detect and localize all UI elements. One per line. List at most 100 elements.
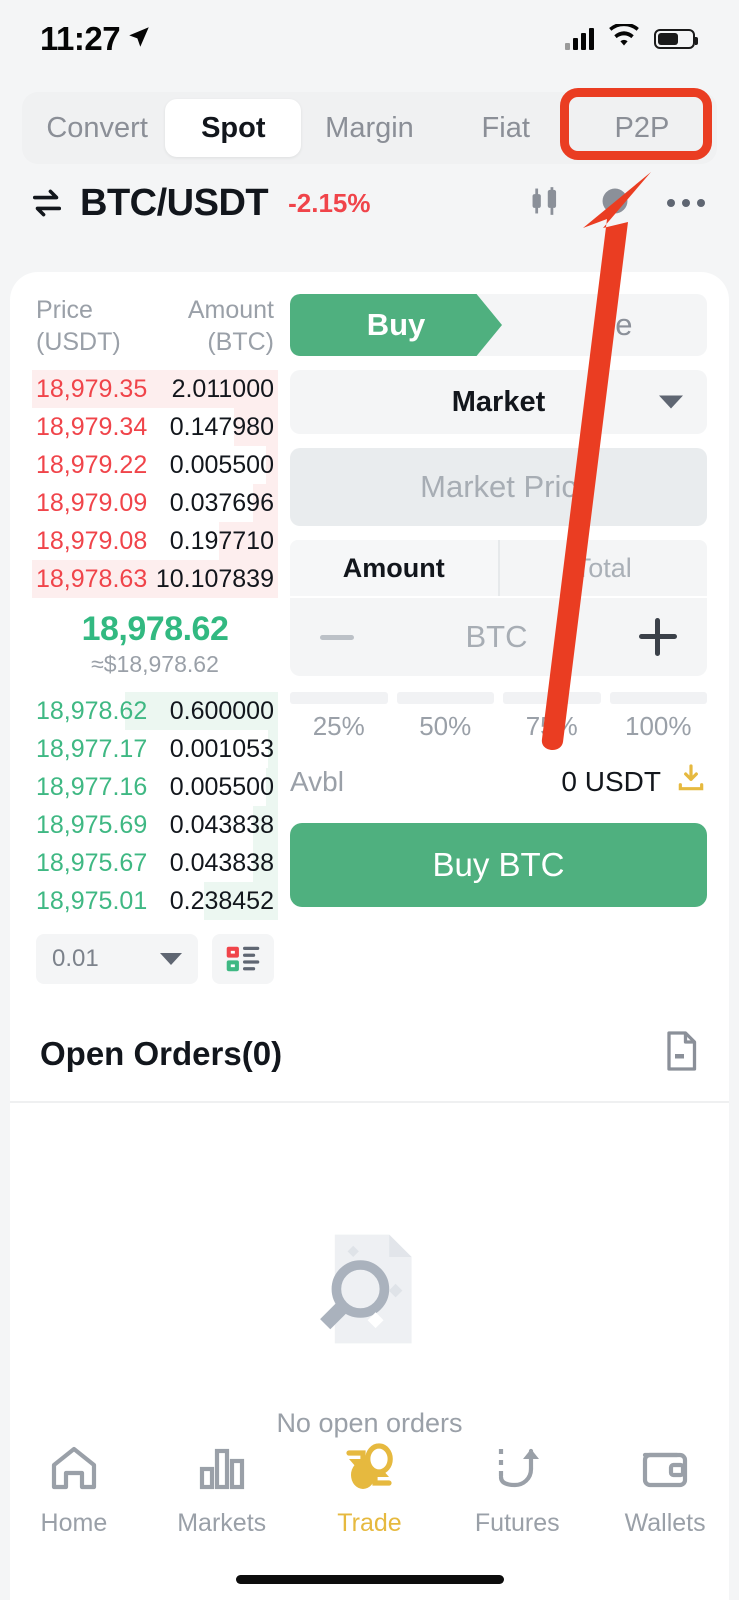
tab-convert[interactable]: Convert [29,99,165,157]
no-results-document-search-icon [290,1209,450,1374]
futures-arrow-icon [491,1443,543,1498]
sell-tab[interactable]: Se [502,294,707,356]
percent-option[interactable]: 25% [290,692,388,742]
bid-rows: 18,978.62 0.600000 18,977.17 0.001053 18,9… [32,692,278,920]
nav-item-trade[interactable]: Trade [296,1442,444,1538]
pair-header: BTC/USDT -2.15% [0,164,739,242]
more-options-icon[interactable] [667,199,705,207]
cellular-signal-icon [565,28,594,50]
quantity-stepper[interactable]: BTC [290,598,707,676]
pair-selector[interactable]: BTC/USDT -2.15% [30,182,371,225]
percent-bar [290,692,388,704]
order-book-row[interactable]: 18,975.69 0.043838 [32,806,278,844]
percent-option[interactable]: 50% [396,692,494,742]
chevron-down-icon [659,395,683,409]
ask-rows: 18,979.35 2.011000 18,979.34 0.147980 18,9… [32,370,278,598]
bar-chart-icon [196,1443,248,1498]
nav-item-wallets[interactable]: Wallets [591,1443,739,1538]
order-book-row[interactable]: 18,978.62 0.600000 [32,692,278,730]
tab-amount[interactable]: Amount [290,540,498,596]
nav-item-futures[interactable]: Futures [443,1443,591,1538]
order-book-row[interactable]: 18,975.01 0.238452 [32,882,278,920]
empty-state: No open orders [10,1103,729,1439]
available-balance-row: Avbl 0 USDT [290,762,707,801]
chevron-down-icon [160,953,182,965]
nav-item-markets[interactable]: Markets [148,1443,296,1538]
tab-margin[interactable]: Margin [301,99,437,157]
order-type-select[interactable]: Market [290,370,707,434]
tab-spot[interactable]: Spot [165,99,302,157]
percent-label: 75% [525,711,578,741]
order-book-row[interactable]: 18,975.67 0.043838 [32,844,278,882]
order-book: Price (USDT) Amount (BTC) 18,979.35 2.011… [10,294,278,984]
tab-total[interactable]: Total [497,540,707,596]
available-value-group: 0 USDT [561,762,707,801]
nav-label: Markets [177,1508,267,1537]
order-book-row[interactable]: 18,979.22 0.005500 [32,446,278,484]
status-indicators [565,22,698,54]
order-book-row[interactable]: 18,979.34 0.147980 [32,408,278,446]
page-title: BTC/USDT [80,181,269,224]
percent-label: 100% [625,711,692,741]
trade-card: Price (USDT) Amount (BTC) 18,979.35 2.011… [10,272,729,1600]
buy-tab[interactable]: Buy [290,294,502,356]
home-icon [48,1443,100,1498]
percentage-slider: 25% 50% 75% 100% [290,692,707,742]
order-form: Buy Se Market Market Pric Amount Total B… [278,294,729,984]
timer-icon[interactable] [597,184,633,223]
amount-unit: BTC [465,619,528,654]
percent-option[interactable]: 100% [609,692,707,742]
order-book-row[interactable]: 18,979.35 2.011000 [32,370,278,408]
mid-price-usd: ≈$18,978.62 [91,651,219,677]
percent-option[interactable]: 75% [503,692,601,742]
top-tab-bar: Convert Spot Margin Fiat P2P [22,92,717,164]
swap-arrows-icon[interactable] [30,188,64,218]
mid-price-block: 18,978.62 ≈$18,978.62 [32,598,278,692]
candlestick-chart-icon[interactable] [527,184,563,223]
status-bar: 11:27 [0,0,739,78]
order-book-amount-header: Amount (BTC) [187,296,274,356]
deposit-download-icon[interactable] [675,762,707,801]
tab-fiat[interactable]: Fiat [438,99,574,157]
order-book-row[interactable]: 18,977.17 0.001053 [32,730,278,768]
nav-label: Wallets [624,1508,706,1537]
nav-label: Trade [337,1508,402,1537]
submit-buy-button[interactable]: Buy BTC [290,823,707,907]
trade-area: Price (USDT) Amount (BTC) 18,979.35 2.011… [10,272,729,984]
buy-sell-toggle: Buy Se [290,294,707,356]
order-book-price-header: Price (USDT) [36,296,121,356]
amount-total-tabs: Amount Total [290,540,707,596]
mid-price: 18,978.62 [81,610,229,648]
order-book-row[interactable]: 18,979.09 0.037696 [32,484,278,522]
order-book-footer: 0.01 [32,920,278,984]
available-value: 0 USDT [561,765,661,797]
minus-icon[interactable] [320,634,354,640]
tab-p2p[interactable]: P2P [574,99,710,157]
percent-label: 50% [419,711,472,741]
price-placeholder: Market Pric [420,469,577,504]
order-book-header: Price (USDT) Amount (BTC) [32,294,278,370]
location-arrow-icon [126,20,152,58]
status-time: 11:27 [40,20,121,57]
percent-bar [503,692,601,704]
tick-size-select[interactable]: 0.01 [36,934,198,984]
pair-header-actions [527,184,709,223]
nav-label: Futures [474,1508,560,1537]
plus-icon[interactable] [639,618,677,656]
wallet-icon [639,1443,691,1498]
price-input[interactable]: Market Pric [290,448,707,526]
wifi-icon [607,22,641,54]
orderbook-layout-icon[interactable] [212,934,274,984]
percent-label: 25% [312,711,365,741]
price-change-badge: -2.15% [288,187,371,218]
percent-bar [609,692,707,704]
order-history-document-icon[interactable] [663,1030,699,1077]
bottom-navigation: Home Markets Trade Futures Wallets [0,1424,739,1556]
order-book-row[interactable]: 18,978.63 10.107839 [32,560,278,598]
battery-icon [654,29,698,49]
order-book-row[interactable]: 18,979.08 0.197710 [32,522,278,560]
nav-item-home[interactable]: Home [0,1443,148,1538]
order-book-row[interactable]: 18,977.16 0.005500 [32,768,278,806]
open-orders-title: Open Orders(0) [40,1034,283,1072]
nav-label: Home [40,1508,108,1537]
